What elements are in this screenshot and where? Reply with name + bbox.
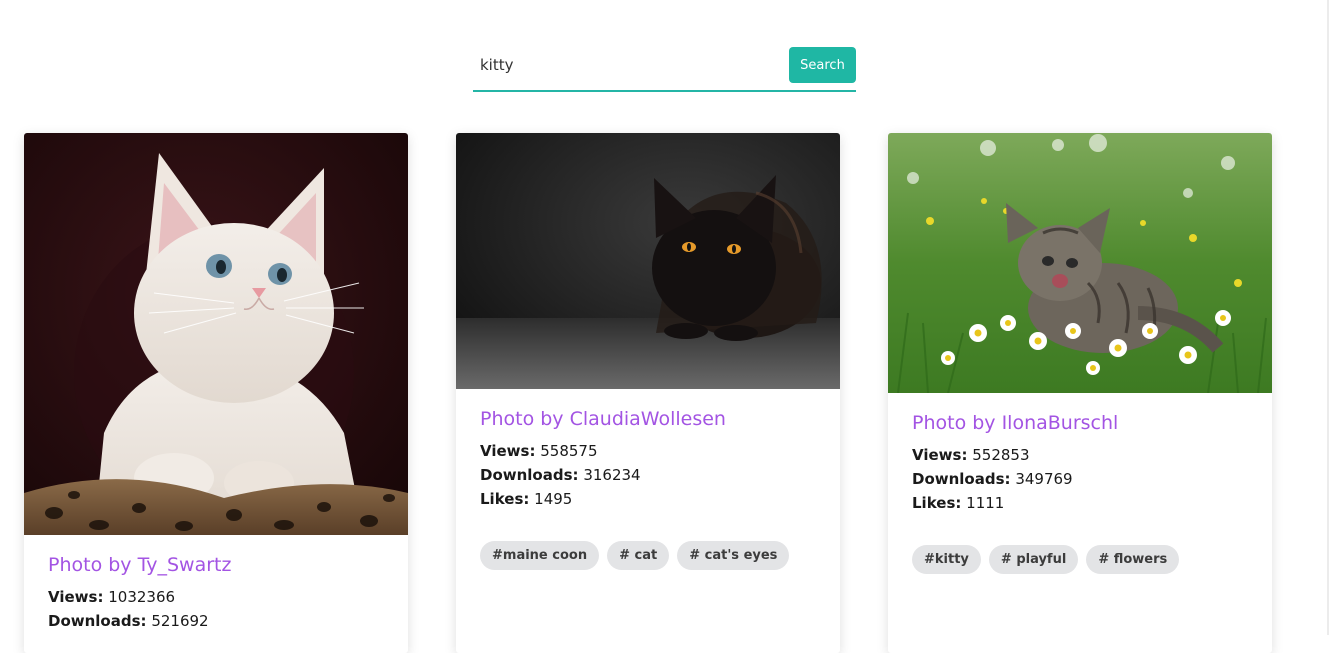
likes-value: 1111 [966,494,1005,512]
downloads-stat: Downloads: 349769 [912,467,1248,491]
tag-chip[interactable]: # cat [607,541,670,570]
likes-stat: Likes: 1111 [912,491,1248,515]
likes-stat: Likes: 1495 [480,487,816,511]
likes-label: Likes: [480,490,530,508]
search-button[interactable]: Search [789,47,856,83]
views-stat: Views: 558575 [480,439,816,463]
downloads-value: 349769 [1015,470,1073,488]
tag-chip[interactable]: # playful [988,545,1079,574]
photo-card: Photo by IlonaBurschl Views: 552853 Down… [888,133,1272,653]
downloads-label: Downloads: [912,470,1011,488]
tag-list: #maine coon # cat # cat's eyes [480,541,816,570]
tag-chip[interactable]: # flowers [1086,545,1180,574]
card-body: Photo by IlonaBurschl Views: 552853 Down… [888,412,1272,574]
search-input[interactable] [473,48,773,82]
downloads-stat: Downloads: 316234 [480,463,816,487]
views-value: 1032366 [108,588,176,606]
photographer-link[interactable]: Photo by Ty_Swartz [48,554,384,576]
views-value: 552853 [972,446,1030,464]
card-body: Photo by Ty_Swartz Views: 1032366 Downlo… [24,554,408,633]
tag-chip[interactable]: #maine coon [480,541,600,570]
views-stat: Views: 1032366 [48,585,384,609]
downloads-value: 521692 [151,612,209,630]
black-cat-photo[interactable] [456,133,840,389]
card-body: Photo by ClaudiaWollesen Views: 558575 D… [456,408,840,570]
tag-chip[interactable]: #kitty [912,545,981,574]
downloads-label: Downloads: [480,466,579,484]
search-form: Search [473,40,856,92]
views-label: Views: [48,588,104,606]
photographer-link[interactable]: Photo by ClaudiaWollesen [480,408,816,430]
photo-card: Photo by Ty_Swartz Views: 1032366 Downlo… [24,133,408,653]
views-label: Views: [480,442,536,460]
downloads-stat: Downloads: 521692 [48,609,384,633]
photographer-link[interactable]: Photo by IlonaBurschl [912,412,1248,434]
likes-label: Likes: [912,494,962,512]
likes-value: 1495 [534,490,573,508]
tag-list: #kitty # playful # flowers [912,545,1248,574]
downloads-value: 316234 [583,466,641,484]
views-value: 558575 [540,442,598,460]
views-label: Views: [912,446,968,464]
views-stat: Views: 552853 [912,443,1248,467]
tabby-kitten-flowers-photo[interactable] [888,133,1272,393]
photo-card: Photo by ClaudiaWollesen Views: 558575 D… [456,133,840,653]
white-kitten-photo[interactable] [24,133,408,535]
tag-chip[interactable]: # cat's eyes [677,541,790,570]
downloads-label: Downloads: [48,612,147,630]
